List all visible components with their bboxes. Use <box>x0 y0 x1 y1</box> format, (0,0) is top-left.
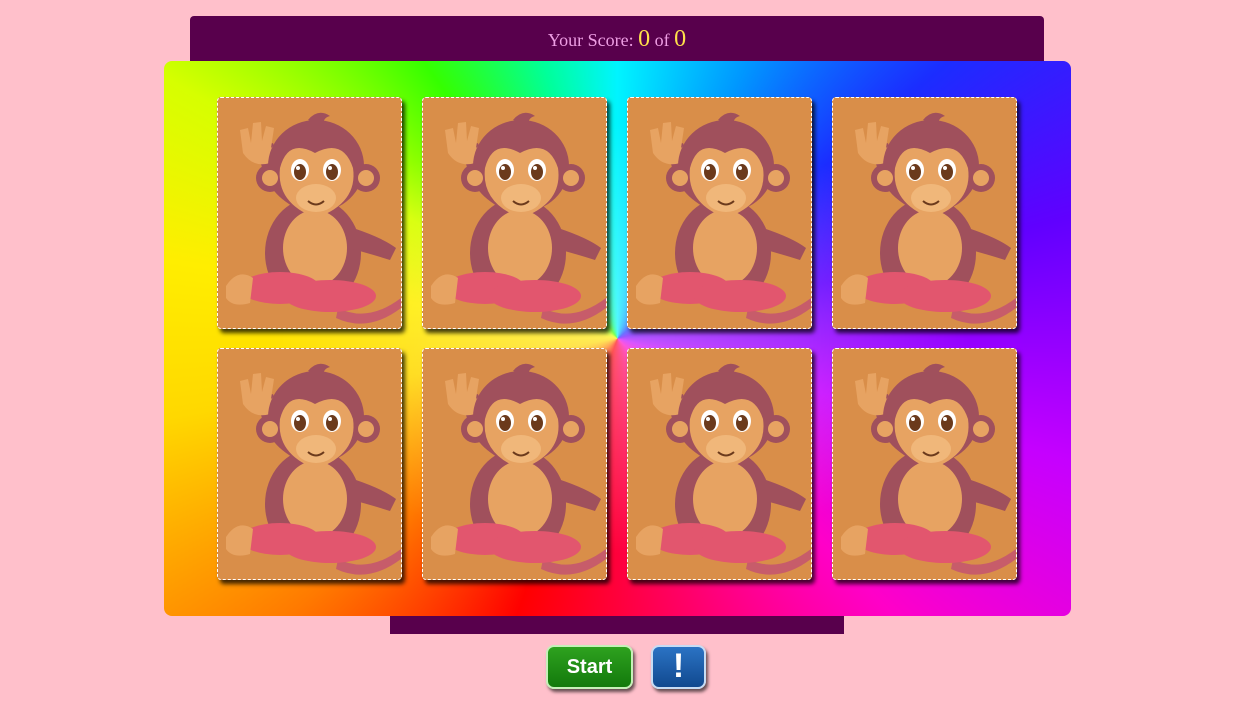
info-button[interactable]: ! <box>651 645 706 689</box>
memory-card[interactable] <box>217 348 402 580</box>
monkey-icon <box>840 362 1016 576</box>
memory-card[interactable] <box>627 348 812 580</box>
monkey-icon <box>430 362 606 576</box>
monkey-icon <box>225 111 401 325</box>
memory-card[interactable] <box>832 348 1017 580</box>
memory-card[interactable] <box>422 348 607 580</box>
bottom-bar <box>390 616 844 634</box>
monkey-icon <box>430 111 606 325</box>
memory-card[interactable] <box>832 97 1017 329</box>
score-value: 0 <box>638 26 651 52</box>
memory-card[interactable] <box>422 97 607 329</box>
monkey-icon <box>225 362 401 576</box>
memory-card[interactable] <box>217 97 402 329</box>
score-separator: of <box>654 30 670 50</box>
monkey-icon <box>635 362 811 576</box>
monkey-icon <box>635 111 811 325</box>
score-label: Your Score: <box>547 30 634 50</box>
score-bar: Your Score: 0 of 0 <box>190 16 1044 62</box>
memory-card[interactable] <box>627 97 812 329</box>
start-button[interactable]: Start <box>546 645 633 689</box>
monkey-icon <box>840 111 1016 325</box>
game-board <box>164 61 1071 616</box>
score-total: 0 <box>674 26 687 52</box>
